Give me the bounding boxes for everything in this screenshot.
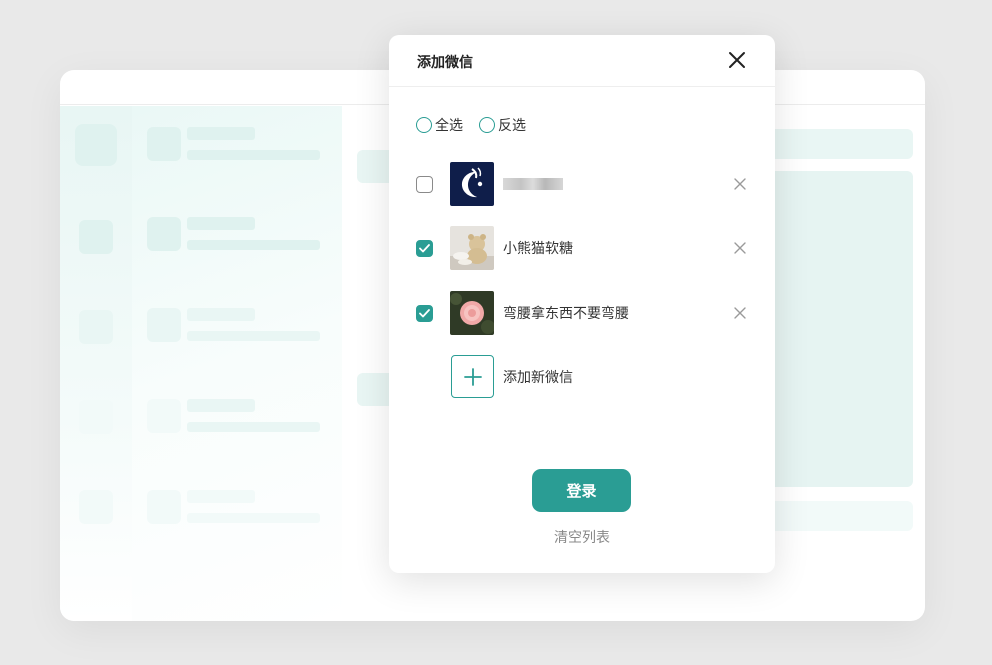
invert-selection-option[interactable]: 反选 (479, 115, 526, 135)
skeleton-line (187, 331, 320, 341)
skeleton-avatar (147, 127, 181, 161)
select-all-label: 全选 (435, 118, 463, 134)
account-checkbox[interactable] (416, 175, 433, 193)
skeleton-line (187, 490, 255, 503)
selection-controls: 全选 反选 (416, 115, 526, 135)
radio-icon[interactable] (416, 117, 432, 133)
skeleton-rail-item (79, 490, 113, 524)
remove-account-icon[interactable] (732, 176, 748, 192)
account-row (416, 162, 748, 206)
skeleton-line (187, 422, 320, 432)
login-button[interactable]: 登录 (532, 469, 631, 512)
radio-icon[interactable] (479, 117, 495, 133)
clear-list-link[interactable]: 清空列表 (389, 527, 775, 547)
moon-logo-avatar (450, 162, 494, 206)
account-name: 弯腰拿东西不要弯腰 (503, 306, 629, 322)
check-icon (419, 308, 430, 317)
select-all-option[interactable]: 全选 (416, 115, 463, 135)
add-new-wechat-button[interactable]: 添加新微信 (451, 355, 573, 398)
account-name: 小熊猫软糖 (503, 241, 573, 257)
skeleton-avatar (147, 308, 181, 342)
skeleton-line (187, 240, 320, 250)
account-row: 弯腰拿东西不要弯腰 (416, 291, 748, 335)
dialog-header: 添加微信 (389, 35, 775, 87)
skeleton-rail-item (79, 220, 113, 254)
skeleton-block (769, 129, 913, 159)
teddy-bear-photo-avatar (450, 226, 494, 270)
account-checkbox[interactable] (416, 239, 433, 257)
skeleton-line (187, 127, 255, 140)
skeleton-avatar (147, 490, 181, 524)
skeleton-line (187, 399, 255, 412)
dialog-title: 添加微信 (417, 55, 473, 71)
close-icon[interactable] (727, 50, 747, 70)
skeleton-line (187, 308, 255, 321)
skeleton-line (187, 513, 320, 523)
skeleton-panel (769, 171, 913, 487)
skeleton-rail-item (79, 400, 113, 434)
remove-account-icon[interactable] (732, 240, 748, 256)
remove-account-icon[interactable] (732, 305, 748, 321)
skeleton-block (769, 501, 913, 531)
add-wechat-dialog: 添加微信 全选 反选 小熊猫软糖 弯腰拿东西不要弯腰 添加新微信 登录 清空列表 (389, 35, 775, 573)
skeleton-rail-item (75, 124, 117, 166)
check-icon (419, 243, 430, 252)
invert-selection-label: 反选 (498, 118, 526, 134)
plus-icon[interactable] (451, 355, 494, 398)
skeleton-line (187, 217, 255, 230)
pink-rose-photo-avatar (450, 291, 494, 335)
account-row: 小熊猫软糖 (416, 226, 748, 270)
skeleton-line (187, 150, 320, 160)
background-chat-list (132, 106, 342, 621)
account-checkbox[interactable] (416, 304, 433, 322)
skeleton-avatar (147, 217, 181, 251)
skeleton-avatar (147, 399, 181, 433)
add-new-wechat-label: 添加新微信 (503, 369, 573, 386)
account-name-redacted (503, 178, 563, 190)
skeleton-rail-item (79, 310, 113, 344)
background-nav-rail (60, 106, 132, 621)
